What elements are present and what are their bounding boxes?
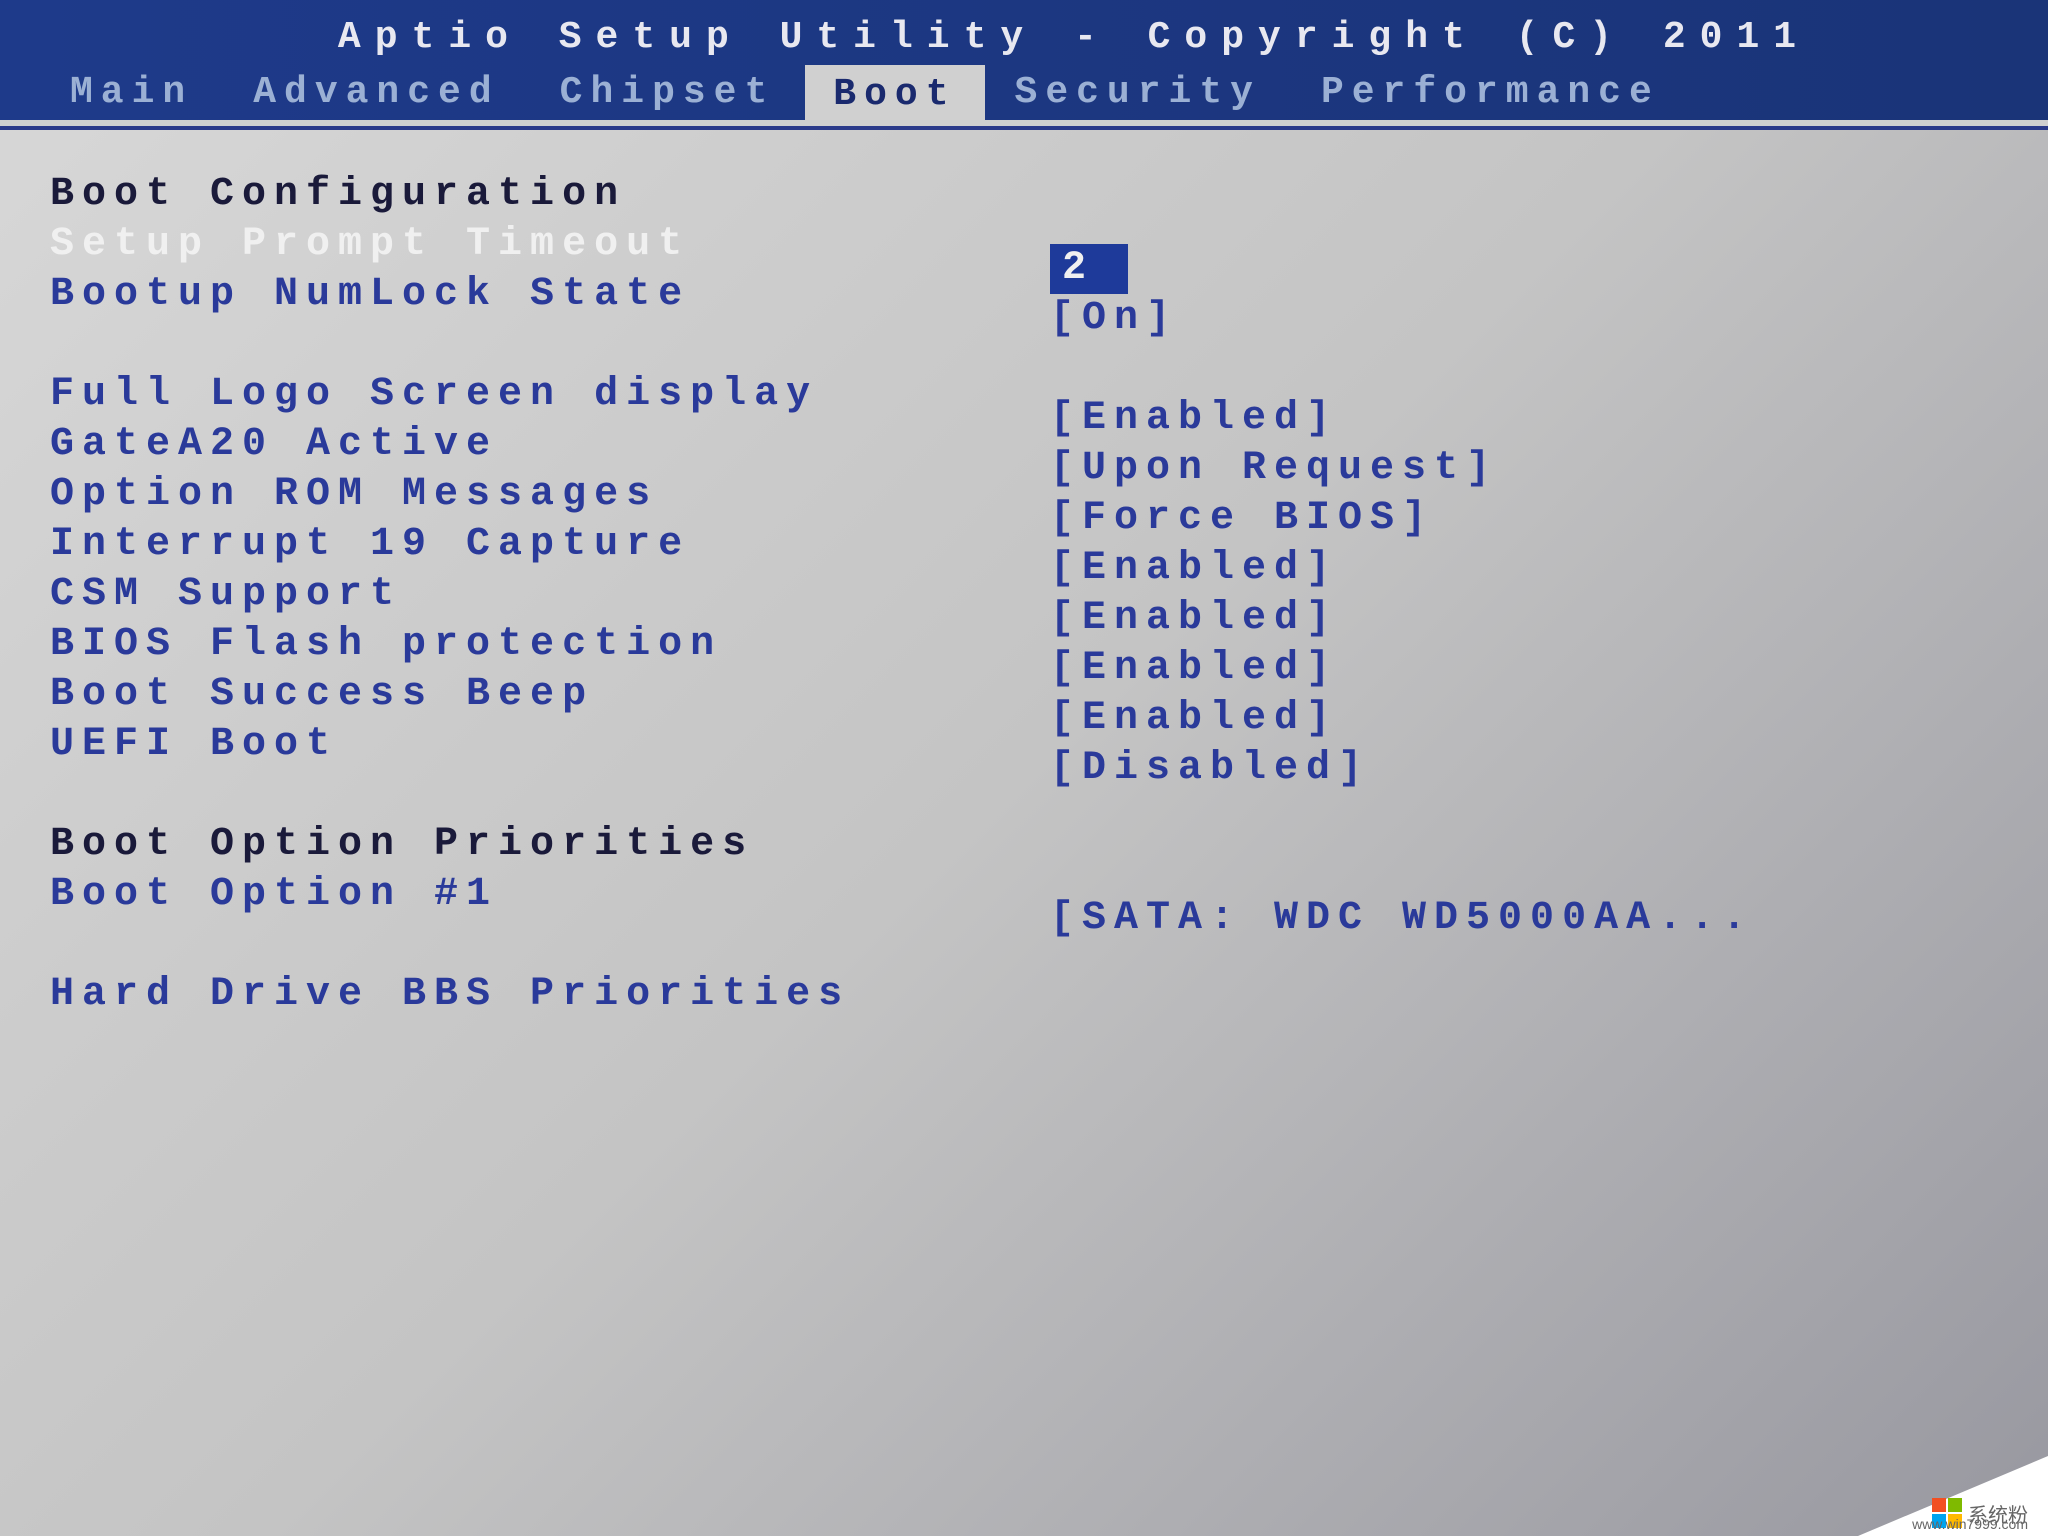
setting-label: BIOS Flash protection xyxy=(50,620,1050,670)
setting-value: [On] xyxy=(1050,294,1998,344)
setting-value: [SATA: WDC WD5000AA... xyxy=(1050,894,1998,944)
setting-value: [Enabled] xyxy=(1050,594,1998,644)
setting-value: [Disabled] xyxy=(1050,744,1998,794)
watermark: 系统粉 www.win7999.com xyxy=(1932,1498,2028,1528)
setting-value: [Enabled] xyxy=(1050,544,1998,594)
boot-config-header: Boot Configuration xyxy=(50,170,1998,220)
watermark-url: www.win7999.com xyxy=(1912,1516,2028,1532)
setting-value: [Enabled] xyxy=(1050,694,1998,744)
setting-label: CSM Support xyxy=(50,570,1050,620)
tab-main[interactable]: Main xyxy=(40,65,223,120)
setting-label: Boot Success Beep xyxy=(50,670,1050,720)
setting-label: GateA20 Active xyxy=(50,420,1050,470)
setting-full-logo[interactable]: Full Logo Screen display [Enabled] xyxy=(50,370,1998,420)
setting-label: Boot Option #1 xyxy=(50,870,1050,920)
setting-label: UEFI Boot xyxy=(50,720,1050,770)
setting-value: [Force BIOS] xyxy=(1050,494,1998,544)
setting-setup-prompt-timeout[interactable]: Setup Prompt Timeout 2 xyxy=(50,220,1998,270)
setting-hdd-bbs[interactable]: Hard Drive BBS Priorities xyxy=(50,970,1998,1020)
tab-advanced[interactable]: Advanced xyxy=(223,65,529,120)
setting-label: Option ROM Messages xyxy=(50,470,1050,520)
bios-screen: Aptio Setup Utility - Copyright (C) 2011… xyxy=(0,0,2048,1536)
setting-label: Setup Prompt Timeout xyxy=(50,220,1050,270)
setting-value: [Upon Request] xyxy=(1050,444,1998,494)
header-bar: Aptio Setup Utility - Copyright (C) 2011… xyxy=(0,0,2048,120)
boot-priorities-header: Boot Option Priorities xyxy=(50,820,1998,870)
setting-label: Full Logo Screen display xyxy=(50,370,1050,420)
tab-row: Main Advanced Chipset Boot Security Perf… xyxy=(0,65,1690,120)
setting-boot-option-1[interactable]: Boot Option #1 [SATA: WDC WD5000AA... xyxy=(50,870,1998,920)
setting-value: [Enabled] xyxy=(1050,644,1998,694)
setting-label: Interrupt 19 Capture xyxy=(50,520,1050,570)
content-area: Boot Configuration Setup Prompt Timeout … xyxy=(0,130,2048,1060)
tab-chipset[interactable]: Chipset xyxy=(530,65,806,120)
setting-value: 2 xyxy=(1050,244,1998,294)
setting-label: Hard Drive BBS Priorities xyxy=(50,970,1050,1020)
tab-performance[interactable]: Performance xyxy=(1291,65,1690,120)
tab-boot[interactable]: Boot xyxy=(805,65,984,120)
bios-title: Aptio Setup Utility - Copyright (C) 2011 xyxy=(100,8,2048,67)
setting-value: [Enabled] xyxy=(1050,394,1998,444)
setting-label: Bootup NumLock State xyxy=(50,270,1050,320)
tab-security[interactable]: Security xyxy=(985,65,1291,120)
